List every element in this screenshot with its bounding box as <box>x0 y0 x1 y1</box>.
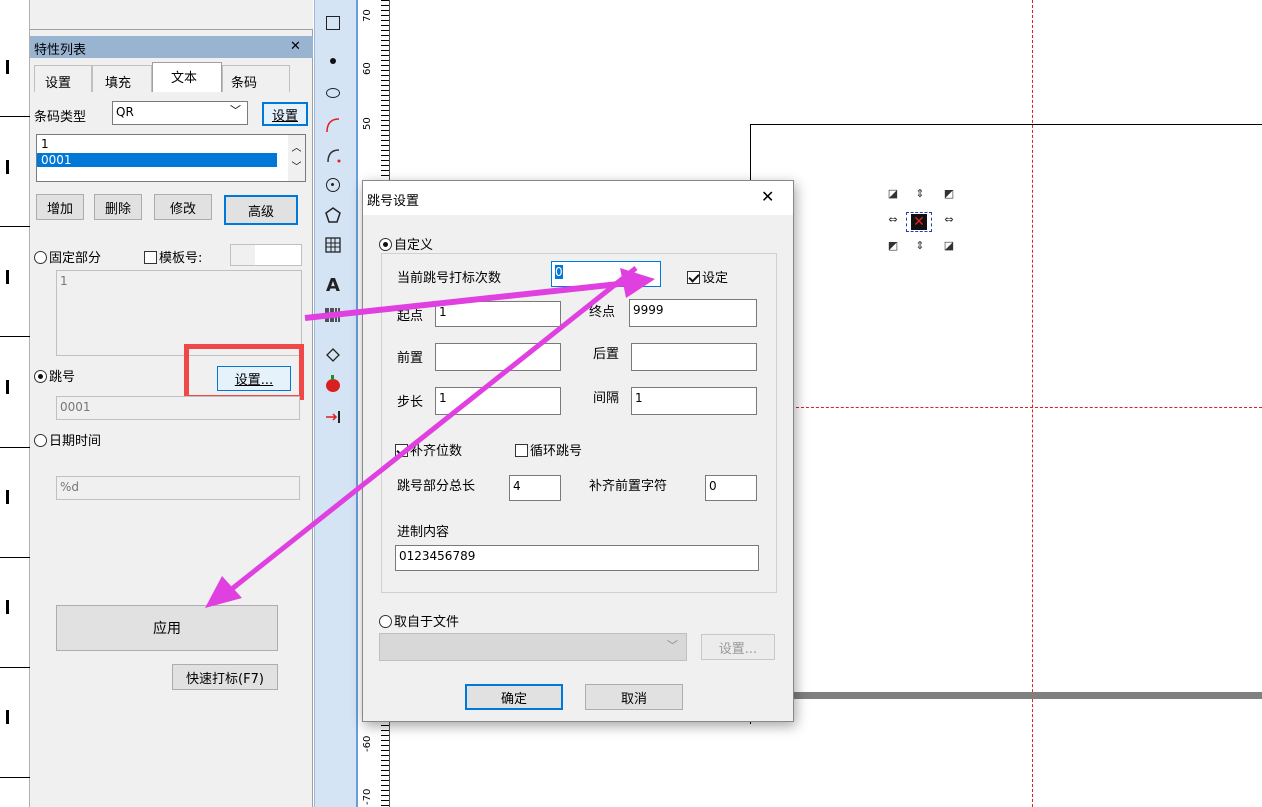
arrow-head <box>205 576 242 608</box>
annotation-arrows <box>205 266 655 608</box>
arrow-head <box>620 268 655 298</box>
arrow-to-apply <box>226 266 638 594</box>
